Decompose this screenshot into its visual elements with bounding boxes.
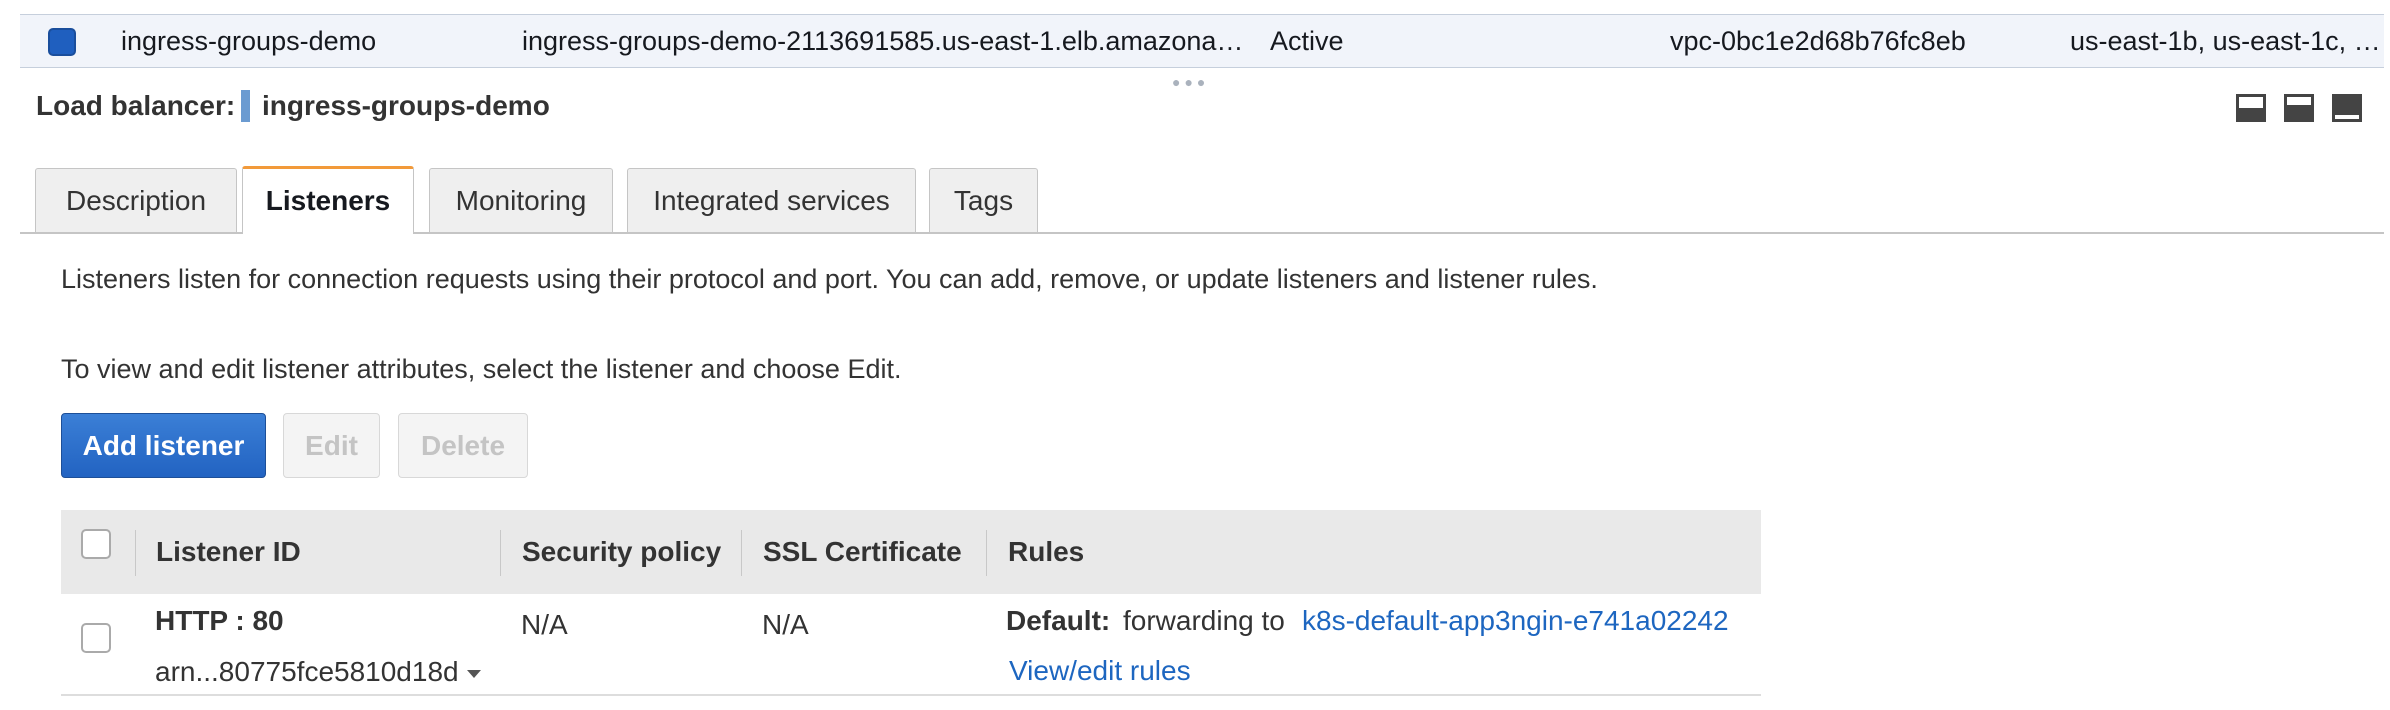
layout-bottom-icon[interactable] [2236,94,2266,122]
column-header-ssl-certificate[interactable]: SSL Certificate [763,510,962,594]
layout-full-icon[interactable] [2332,94,2362,122]
column-separator [741,530,742,576]
panel-resize-grip[interactable]: ●●● [1172,74,1209,90]
lb-vpc-cell: vpc-0bc1e2d68b76fc8eb [1670,26,1966,56]
column-header-listener-id[interactable]: Listener ID [156,510,301,594]
tab-monitoring[interactable]: Monitoring [429,168,613,232]
lb-name-cell: ingress-groups-demo [121,26,377,56]
tab-description[interactable]: Description [35,168,237,232]
tab-tags[interactable]: Tags [929,168,1038,232]
delete-listener-button[interactable]: Delete [398,413,528,478]
panel-label: Load balancer: [36,90,236,121]
column-separator [135,530,136,576]
listener-arn: arn...80775fce5810d18d [155,656,459,687]
view-edit-rules-link[interactable]: View/edit rules [1009,655,1191,687]
row-select-checkbox[interactable] [48,28,76,56]
listener-ssl-certificate: N/A [762,609,809,640]
selected-load-balancer-row[interactable]: ingress-groups-demo ingress-groups-demo-… [20,14,2384,68]
column-header-security-policy[interactable]: Security policy [522,510,721,594]
tab-listeners[interactable]: Listeners [242,166,414,234]
target-group-link[interactable]: k8s-default-app3ngin-e741a02242 [1302,605,1729,637]
listener-protocol-port: HTTP : 80 [155,605,284,636]
add-listener-button[interactable]: Add listener [61,413,266,478]
lb-color-swatch [241,90,250,122]
rule-action-text: forwarding to [1123,605,1285,636]
listener-security-policy: N/A [521,609,568,640]
row-divider [61,694,1761,696]
edit-listener-button[interactable]: Edit [283,413,380,478]
lb-az-cell: us-east-1b, us-east-1c, … [2070,26,2380,56]
layout-split-icon[interactable] [2284,94,2314,122]
caret-down-icon [466,669,481,678]
lb-state-cell: Active [1270,26,1344,56]
listeners-intro-text: Listeners listen for connection requests… [61,264,1598,294]
listener-row-checkbox[interactable] [81,623,111,653]
listeners-table-header: Listener ID Security policy SSL Certific… [61,510,1761,594]
listener-arn-dropdown[interactable]: arn...80775fce5810d18d [155,656,481,688]
listeners-hint-text: To view and edit listener attributes, se… [61,354,902,384]
panel-title: ingress-groups-demo [262,90,550,121]
lb-dns-cell: ingress-groups-demo-2113691585.us-east-1… [522,26,1242,56]
column-separator [986,530,987,576]
rule-default-label: Default: [1006,605,1111,636]
column-header-rules[interactable]: Rules [1008,510,1084,594]
tab-integrated-services[interactable]: Integrated services [627,168,916,232]
select-all-checkbox[interactable] [81,529,111,559]
column-separator [500,530,501,576]
